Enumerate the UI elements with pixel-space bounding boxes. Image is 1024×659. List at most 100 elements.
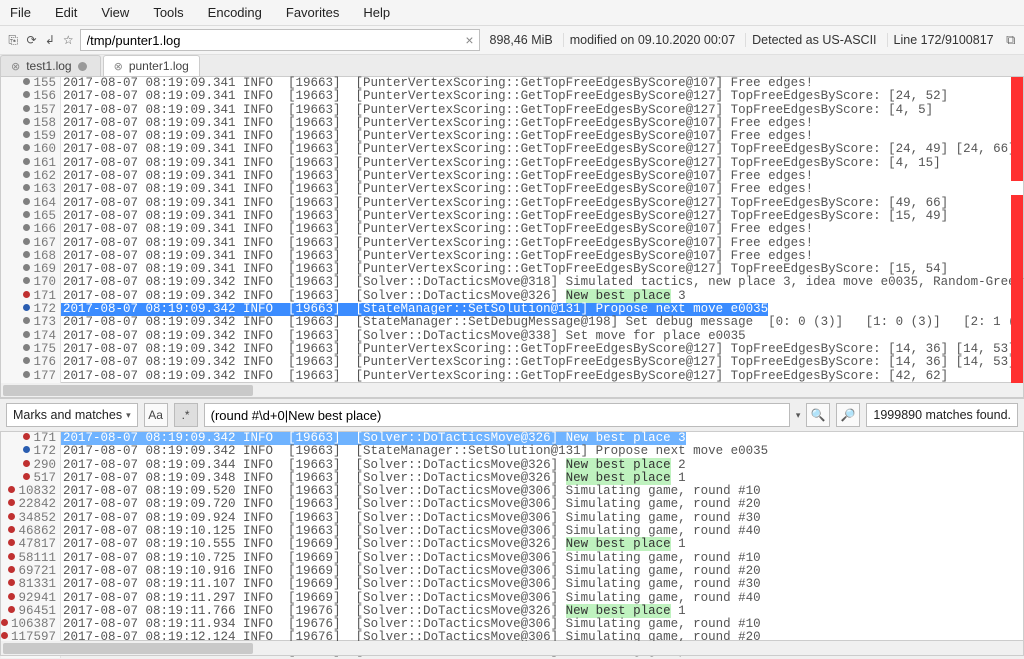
regex-toggle[interactable]: .* xyxy=(174,403,198,427)
overview-marker[interactable] xyxy=(1011,195,1023,383)
log-row[interactable]: 1732017-08-07 08:19:09.342 INFO [19663] … xyxy=(1,316,1023,329)
log-row[interactable]: 228422017-08-07 08:19:09.720 INFO [19663… xyxy=(1,498,1023,511)
line-number: 167 xyxy=(1,237,61,250)
log-row[interactable]: 1642017-08-07 08:19:09.341 INFO [19663] … xyxy=(1,197,1023,210)
log-row[interactable]: 478172017-08-07 08:19:10.555 INFO [19669… xyxy=(1,538,1023,551)
log-row[interactable]: 1712017-08-07 08:19:09.342 INFO [19663] … xyxy=(1,290,1023,303)
line-number: 169 xyxy=(1,263,61,276)
marker-dot-icon xyxy=(23,277,30,284)
search-options-button[interactable]: 🔎 xyxy=(836,403,860,427)
log-row[interactable]: 1572017-08-07 08:19:09.341 INFO [19663] … xyxy=(1,104,1023,117)
marker-dot-icon xyxy=(23,158,30,165)
clear-path-icon[interactable]: × xyxy=(465,32,473,48)
log-row[interactable]: 1772017-08-07 08:19:09.342 INFO [19663] … xyxy=(1,370,1023,383)
marker-dot-icon xyxy=(8,526,15,533)
tab-punter1-log[interactable]: ⊗ punter1.log xyxy=(103,55,200,76)
line-number: 163 xyxy=(1,183,61,196)
popout-icon[interactable]: ⧉ xyxy=(1004,32,1018,48)
log-row[interactable]: 813312017-08-07 08:19:11.107 INFO [19669… xyxy=(1,578,1023,591)
line-number: 176 xyxy=(1,356,61,369)
log-row[interactable]: 1722017-08-07 08:19:09.342 INFO [19663] … xyxy=(1,445,1023,458)
line-number: 172 xyxy=(1,303,61,316)
log-text: 2017-08-07 08:19:11.766 INFO [19676] [So… xyxy=(61,605,686,618)
log-pane-main[interactable]: 1552017-08-07 08:19:09.341 INFO [19663] … xyxy=(0,77,1024,383)
log-row[interactable]: 1702017-08-07 08:19:09.342 INFO [19663] … xyxy=(1,276,1023,289)
menu-help[interactable]: Help xyxy=(363,5,390,20)
log-row[interactable]: 1582017-08-07 08:19:09.341 INFO [19663] … xyxy=(1,117,1023,130)
log-text: 2017-08-07 08:19:09.342 INFO [19663] [St… xyxy=(61,445,768,458)
log-row[interactable]: 1632017-08-07 08:19:09.341 INFO [19663] … xyxy=(1,183,1023,196)
menu-edit[interactable]: Edit xyxy=(55,5,77,20)
log-row[interactable]: 1612017-08-07 08:19:09.341 INFO [19663] … xyxy=(1,157,1023,170)
log-row[interactable]: 1742017-08-07 08:19:09.342 INFO [19663] … xyxy=(1,330,1023,343)
log-row[interactable]: 1562017-08-07 08:19:09.341 INFO [19663] … xyxy=(1,90,1023,103)
filter-mode-combo[interactable]: Marks and matches ▾ xyxy=(6,403,138,427)
menu-encoding[interactable]: Encoding xyxy=(208,5,262,20)
line-number: 81331 xyxy=(1,578,61,591)
overview-marker[interactable] xyxy=(1011,77,1023,181)
marker-dot-icon xyxy=(8,486,15,493)
refresh-icon[interactable]: ⟳ xyxy=(24,32,38,48)
menu-tools[interactable]: Tools xyxy=(153,5,183,20)
line-number: 173 xyxy=(1,316,61,329)
log-row[interactable]: 581112017-08-07 08:19:10.725 INFO [19669… xyxy=(1,552,1023,565)
line-number: 168 xyxy=(1,250,61,263)
log-pane-matches[interactable]: 1712017-08-07 08:19:09.342 INFO [19663] … xyxy=(0,432,1024,641)
marker-dot-icon xyxy=(23,446,30,453)
log-row[interactable]: 1662017-08-07 08:19:09.341 INFO [19663] … xyxy=(1,223,1023,236)
close-icon[interactable]: ⊗ xyxy=(114,60,123,73)
log-row[interactable]: 2902017-08-07 08:19:09.344 INFO [19663] … xyxy=(1,459,1023,472)
line-number: 171 xyxy=(1,432,61,445)
line-number: 10832 xyxy=(1,485,61,498)
log-row[interactable]: 697212017-08-07 08:19:10.916 INFO [19669… xyxy=(1,565,1023,578)
log-row[interactable]: 468622017-08-07 08:19:10.125 INFO [19663… xyxy=(1,525,1023,538)
horizontal-scrollbar[interactable] xyxy=(0,383,1024,398)
copy-icon[interactable]: ⎘ xyxy=(6,32,20,48)
log-row[interactable]: 1592017-08-07 08:19:09.341 INFO [19663] … xyxy=(1,130,1023,143)
log-row[interactable]: 964512017-08-07 08:19:11.766 INFO [19676… xyxy=(1,605,1023,618)
search-input[interactable] xyxy=(204,403,790,427)
log-row[interactable]: 929412017-08-07 08:19:11.297 INFO [19669… xyxy=(1,592,1023,605)
scrollbar-thumb[interactable] xyxy=(3,385,253,396)
log-text: 2017-08-07 08:19:09.342 INFO [19663] [So… xyxy=(61,290,686,303)
log-row[interactable]: 1692017-08-07 08:19:09.341 INFO [19663] … xyxy=(1,263,1023,276)
match-highlight: New best place xyxy=(566,458,671,472)
tab-test1-log[interactable]: ⊗ test1.log xyxy=(0,55,101,76)
scrollbar-thumb[interactable] xyxy=(3,643,253,654)
log-row[interactable]: 348522017-08-07 08:19:09.924 INFO [19663… xyxy=(1,512,1023,525)
log-row[interactable]: 1752017-08-07 08:19:09.342 INFO [19663] … xyxy=(1,343,1023,356)
log-row[interactable]: 1712017-08-07 08:19:09.342 INFO [19663] … xyxy=(1,432,1023,445)
tab-bar: ⊗ test1.log ⊗ punter1.log xyxy=(0,55,1024,77)
path-input[interactable] xyxy=(80,29,480,51)
star-icon[interactable]: ☆ xyxy=(61,32,75,48)
log-row[interactable]: 1672017-08-07 08:19:09.341 INFO [19663] … xyxy=(1,237,1023,250)
log-row[interactable]: 1622017-08-07 08:19:09.341 INFO [19663] … xyxy=(1,170,1023,183)
log-row[interactable]: 1762017-08-07 08:19:09.342 INFO [19663] … xyxy=(1,356,1023,369)
log-row[interactable]: 5172017-08-07 08:19:09.348 INFO [19663] … xyxy=(1,472,1023,485)
menu-view[interactable]: View xyxy=(101,5,129,20)
log-text: 2017-08-07 08:19:09.344 INFO [19663] [So… xyxy=(61,459,686,472)
marker-dot-icon xyxy=(23,105,30,112)
log-row[interactable]: 1652017-08-07 08:19:09.341 INFO [19663] … xyxy=(1,210,1023,223)
marker-dot-icon xyxy=(23,331,30,338)
wrap-icon[interactable]: ↲ xyxy=(43,32,57,48)
log-text: 2017-08-07 08:19:11.934 INFO [19676] [So… xyxy=(61,618,761,631)
case-sensitive-toggle[interactable]: Aa xyxy=(144,403,168,427)
horizontal-scrollbar[interactable] xyxy=(0,641,1024,656)
marker-dot-icon xyxy=(23,251,30,258)
log-text: 2017-08-07 08:19:09.341 INFO [19663] [Pu… xyxy=(61,130,813,143)
log-text: 2017-08-07 08:19:11.107 INFO [19669] [So… xyxy=(61,578,761,591)
log-row[interactable]: 1682017-08-07 08:19:09.341 INFO [19663] … xyxy=(1,250,1023,263)
menu-favorites[interactable]: Favorites xyxy=(286,5,339,20)
log-row[interactable]: 1552017-08-07 08:19:09.341 INFO [19663] … xyxy=(1,77,1023,90)
log-text: 2017-08-07 08:19:09.342 INFO [19663] [St… xyxy=(61,303,768,316)
menu-file[interactable]: File xyxy=(10,5,31,20)
log-row[interactable]: 1722017-08-07 08:19:09.342 INFO [19663] … xyxy=(1,303,1023,316)
menu-bar: File Edit View Tools Encoding Favorites … xyxy=(0,0,1024,26)
log-row[interactable]: 1063872017-08-07 08:19:11.934 INFO [1967… xyxy=(1,618,1023,631)
search-button[interactable]: 🔍 xyxy=(806,403,830,427)
log-row[interactable]: 108322017-08-07 08:19:09.520 INFO [19663… xyxy=(1,485,1023,498)
chevron-down-icon[interactable]: ▾ xyxy=(796,410,801,421)
close-icon[interactable]: ⊗ xyxy=(11,60,20,73)
log-row[interactable]: 1602017-08-07 08:19:09.341 INFO [19663] … xyxy=(1,143,1023,156)
